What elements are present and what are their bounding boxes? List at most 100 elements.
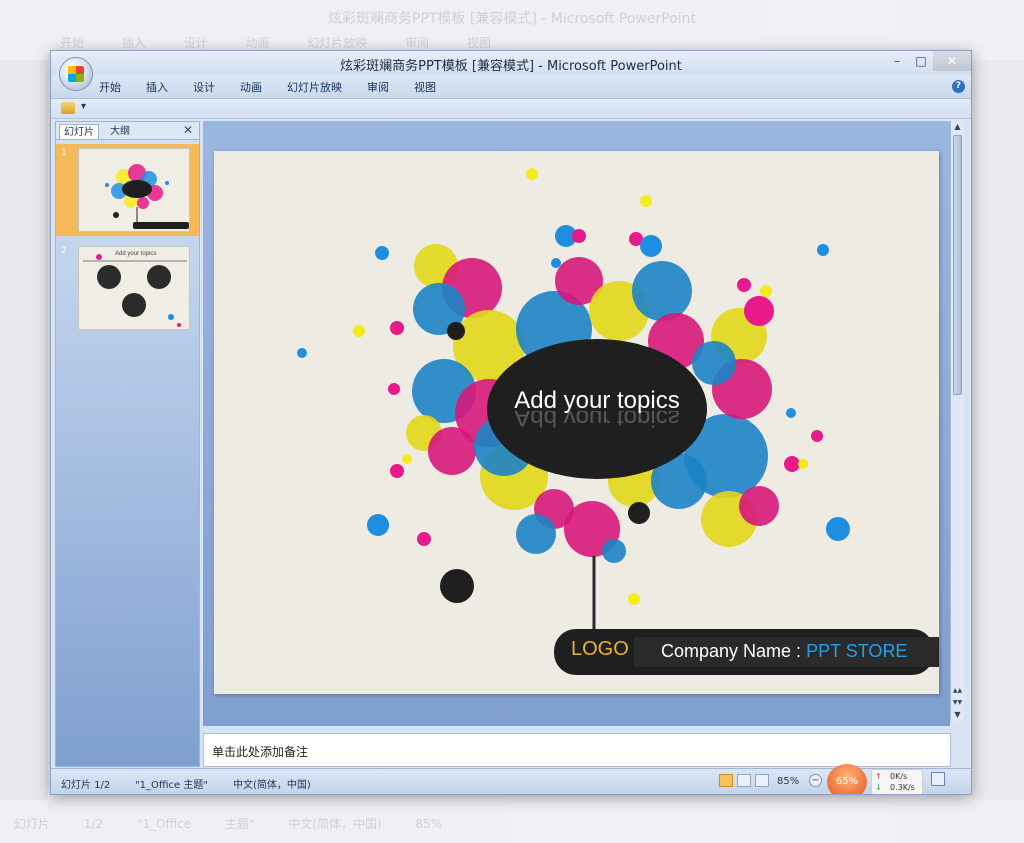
dot-yellow [760,285,772,297]
zoom-out-icon[interactable]: − [809,774,822,787]
company-label[interactable]: Company Name : [661,641,801,661]
slide-counter: 幻灯片 1/2 [61,780,111,791]
topic-text-reflection: Add your topics [514,411,680,431]
tab-animations[interactable]: 动画 [240,79,262,95]
dot-cyan [297,348,307,358]
vertical-scrollbar[interactable]: ▲ ▲▲ ▼▼ ▼ [950,121,964,721]
open-folder-icon[interactable] [61,102,75,114]
notes-placeholder[interactable]: 单击此处添加备注 [212,743,308,760]
thumbnail-preview-1 [78,148,190,232]
dot-magenta [737,278,751,292]
dot-magenta [744,296,774,326]
background-side-panel [0,60,48,800]
close-button[interactable]: ✕ [933,51,971,71]
dot-black [440,569,474,603]
page-up-icon[interactable]: ▲▲ [951,685,964,697]
thumbnail-preview-2: Add your topics [78,246,190,330]
slideshow-view-icon[interactable] [755,774,769,787]
quick-access-toolbar: ▾ [51,99,971,119]
tab-view[interactable]: 视图 [414,79,436,95]
office-logo-icon [68,66,84,82]
dot-yellow [628,593,640,605]
tab-slides[interactable]: 幻灯片 [59,124,99,139]
help-icon[interactable]: ? [952,80,965,93]
dot-yellow [798,459,808,469]
dot-cyan [367,514,389,536]
title-bar: 炫彩斑斓商务PPT模板 [兼容模式] - Microsoft PowerPoin… [51,51,971,75]
slide-thumbnail-2[interactable]: 2 Add your topics [56,242,199,334]
dot-yellow [402,454,412,464]
scroll-up-icon[interactable]: ▲ [951,121,964,133]
dot-yellow [640,195,652,207]
qat-customize-icon[interactable]: ▾ [81,101,86,112]
office-button[interactable] [59,57,93,91]
background-right-panel [972,60,1024,800]
bubble-cyan [692,341,736,385]
thumbnail-caption: Add your topics [115,251,157,257]
dot-magenta [390,321,404,335]
language-indicator[interactable]: 中文(简体，中国) [233,776,311,791]
dot-cyan [551,258,561,268]
window-title: 炫彩斑斓商务PPT模板 [兼容模式] - Microsoft PowerPoin… [340,59,682,74]
bubble-magenta [739,486,779,526]
ribbon-tabs: 开始 插入 设计 动画 幻灯片放映 审阅 视图 [99,79,461,95]
background-status: 幻灯片 1/2 "1_Office 主题" 中文(简体，中国) 85% [14,817,443,831]
dot-cyan [786,408,796,418]
tab-home[interactable]: 开始 [99,79,121,95]
dot-yellow [353,325,365,337]
scrollbar-thumb[interactable] [953,135,962,395]
tab-slideshow[interactable]: 幻灯片放映 [287,79,342,95]
company-name[interactable]: PPT STORE [806,641,907,661]
logo-text[interactable]: LOGO [571,638,629,661]
download-icon: ↓ [875,783,882,792]
close-icon[interactable]: ✕ [183,123,193,137]
download-speed: 0.3K/s [890,783,915,792]
fit-to-window-icon[interactable] [931,772,945,786]
dot-magenta [811,430,823,442]
powerpoint-window: 炫彩斑斓商务PPT模板 [兼容模式] - Microsoft PowerPoin… [50,50,972,795]
dot-magenta [388,383,400,395]
upload-icon: ↑ [875,772,882,781]
dot-yellow [526,168,538,180]
dot-black [447,322,465,340]
panel-tabs: 幻灯片 大纲 ✕ [56,122,199,140]
theme-name[interactable]: "1_Office 主题" [135,776,208,791]
bubble-cyan [516,514,556,554]
slide-sorter-view-icon[interactable] [737,774,751,787]
slide-thumbnail-1[interactable]: 1 [56,144,199,236]
tab-design[interactable]: 设计 [193,79,215,95]
window-controls: – □ ✕ [885,51,971,73]
normal-view-icon[interactable] [719,774,733,787]
dot-cyan [826,517,850,541]
bubble-magenta [428,427,476,475]
notes-pane[interactable]: 单击此处添加备注 [203,733,951,767]
restore-button[interactable]: □ [909,51,933,71]
dot-cyan [640,235,662,257]
dot-magenta [417,532,431,546]
thumbnail-number: 1 [61,148,67,158]
dot-magenta [390,464,404,478]
thumbnail-number: 2 [61,246,67,256]
dot-cyan [375,246,389,260]
ribbon: 开始 插入 设计 动画 幻灯片放映 审阅 视图 ? [51,75,971,99]
page-down-icon[interactable]: ▼▼ [951,697,964,709]
dot-black [628,502,650,524]
bubble-cyan [602,539,626,563]
minimize-button[interactable]: – [885,51,909,71]
tab-insert[interactable]: 插入 [146,79,168,95]
slide-editing-area: Add your topics Add your topics LOGO Com… [203,121,950,726]
performance-gauge[interactable]: 65% [827,764,867,794]
dot-cyan [817,244,829,256]
slide-canvas[interactable]: Add your topics Add your topics LOGO Com… [214,151,939,694]
company-name-row: Company Name : PPT STORE [661,641,907,662]
slides-panel: 幻灯片 大纲 ✕ 1 2 Add your topics [55,121,200,767]
zoom-level[interactable]: 85% [777,776,799,787]
scroll-down-icon[interactable]: ▼ [951,709,964,721]
background-ribbon: 开始 插入 设计 动画 幻灯片放映 审阅 视图 [60,36,491,50]
dot-magenta [784,456,800,472]
tab-outline[interactable]: 大纲 [106,124,134,139]
dot-magenta [572,229,586,243]
network-monitor: ↑ 0K/s ↓ 0.3K/s [871,769,923,794]
upload-speed: 0K/s [890,772,908,781]
tab-review[interactable]: 审阅 [367,79,389,95]
